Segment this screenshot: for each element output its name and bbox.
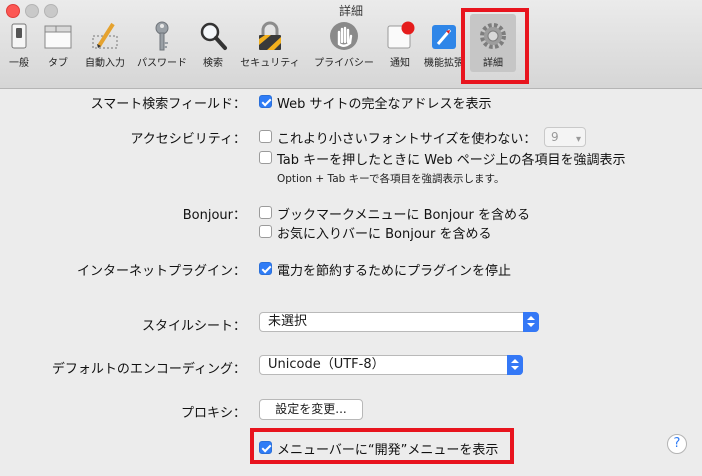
bonjour-label: Bonjour： — [182, 208, 246, 223]
tab-highlight-checkbox[interactable] — [259, 151, 272, 164]
hand-icon — [330, 22, 358, 50]
switch-icon — [11, 23, 27, 49]
min-font-size-value: 9 — [551, 130, 559, 144]
highlight-frame-develop-menu — [250, 428, 514, 464]
toolbar-label: セキュリティ — [240, 58, 300, 69]
safari-preferences-window: 詳細 一般 タブ 自動入力 パスワード 検索 セキュリティ プライバシー 通知 … — [0, 0, 702, 476]
toolbar-item-security[interactable]: セキュリティ — [236, 18, 304, 70]
tabs-icon — [44, 25, 72, 49]
toolbar-item-notifications[interactable]: 通知 — [384, 18, 416, 70]
encoding-select[interactable]: Unicode（UTF-8） — [259, 355, 523, 375]
smart-search-label: スマート検索フィールド： — [90, 97, 246, 112]
toolbar-item-extensions[interactable]: 機能拡張 — [422, 18, 466, 70]
title-bar: 詳細 一般 タブ 自動入力 パスワード 検索 セキュリティ プライバシー 通知 … — [0, 0, 702, 89]
min-font-size-select[interactable]: 9 ▾ — [544, 127, 586, 147]
help-button[interactable]: ? — [667, 434, 687, 454]
toolbar-label: プライバシー — [314, 58, 374, 69]
change-proxy-settings-button[interactable]: 設定を変更... — [259, 399, 363, 420]
updown-arrows-icon — [507, 355, 523, 375]
bonjour-bookmarks-checkbox[interactable] — [259, 206, 272, 219]
highlight-frame-advanced — [461, 8, 529, 84]
window-title: 詳細 — [338, 4, 363, 18]
updown-arrows-icon — [523, 312, 539, 332]
toolbar-item-autofill[interactable]: 自動入力 — [80, 18, 130, 70]
plugins-power-option[interactable]: 電力を節約するためにプラグインを停止 — [277, 260, 511, 279]
magnifier-icon — [200, 22, 227, 50]
toolbar-label: 検索 — [203, 58, 223, 69]
toolbar-label: 自動入力 — [85, 58, 125, 69]
pencil-form-icon — [92, 22, 118, 49]
tab-highlight-note: Option + Tab キーで各項目を強調表示します。 — [277, 173, 505, 185]
stylesheet-select[interactable]: 未選択 — [259, 312, 539, 332]
min-font-size-checkbox[interactable] — [259, 130, 272, 143]
extensions-icon — [432, 25, 456, 49]
bonjour-favorites-checkbox[interactable] — [259, 225, 272, 238]
key-icon — [155, 21, 169, 51]
toolbar-item-general[interactable]: 一般 — [2, 18, 36, 70]
padlock-icon — [259, 21, 281, 50]
toolbar-label: 機能拡張 — [424, 58, 464, 69]
toolbar-label: パスワード — [137, 58, 187, 69]
stylesheet-value: 未選択 — [268, 314, 308, 329]
notification-icon — [387, 21, 415, 49]
toolbar-label: タブ — [48, 58, 68, 69]
toolbar-label: 一般 — [9, 58, 29, 69]
accessibility-label: アクセシビリティ： — [130, 132, 246, 147]
tab-highlight-option[interactable]: Tab キーを押したときに Web ページ上の各項目を強調表示 — [277, 149, 626, 168]
encoding-value: Unicode（UTF-8） — [268, 357, 385, 372]
plugins-power-checkbox[interactable] — [259, 262, 272, 275]
smart-search-option[interactable]: Web サイトの完全なアドレスを表示 — [277, 93, 491, 112]
plugins-label: インターネットプラグイン： — [76, 264, 246, 279]
toolbar-item-search[interactable]: 検索 — [196, 18, 230, 70]
proxy-label: プロキシ： — [180, 406, 246, 421]
toolbar-item-privacy[interactable]: プライバシー — [310, 18, 378, 70]
stylesheet-label: スタイルシート： — [141, 319, 246, 334]
encoding-label: デフォルトのエンコーディング： — [51, 362, 246, 377]
smart-search-checkbox[interactable] — [259, 95, 272, 108]
toolbar-item-passwords[interactable]: パスワード — [134, 18, 190, 70]
toolbar-item-tabs[interactable]: タブ — [40, 18, 76, 70]
toolbar-label: 通知 — [390, 58, 410, 69]
bonjour-bookmarks-option[interactable]: ブックマークメニューに Bonjour を含める — [277, 204, 530, 223]
chevron-down-icon: ▾ — [575, 134, 581, 145]
min-font-size-option[interactable]: これより小さいフォントサイズを使わない： — [277, 128, 536, 147]
bonjour-favorites-option[interactable]: お気に入りバーに Bonjour を含める — [277, 223, 492, 242]
